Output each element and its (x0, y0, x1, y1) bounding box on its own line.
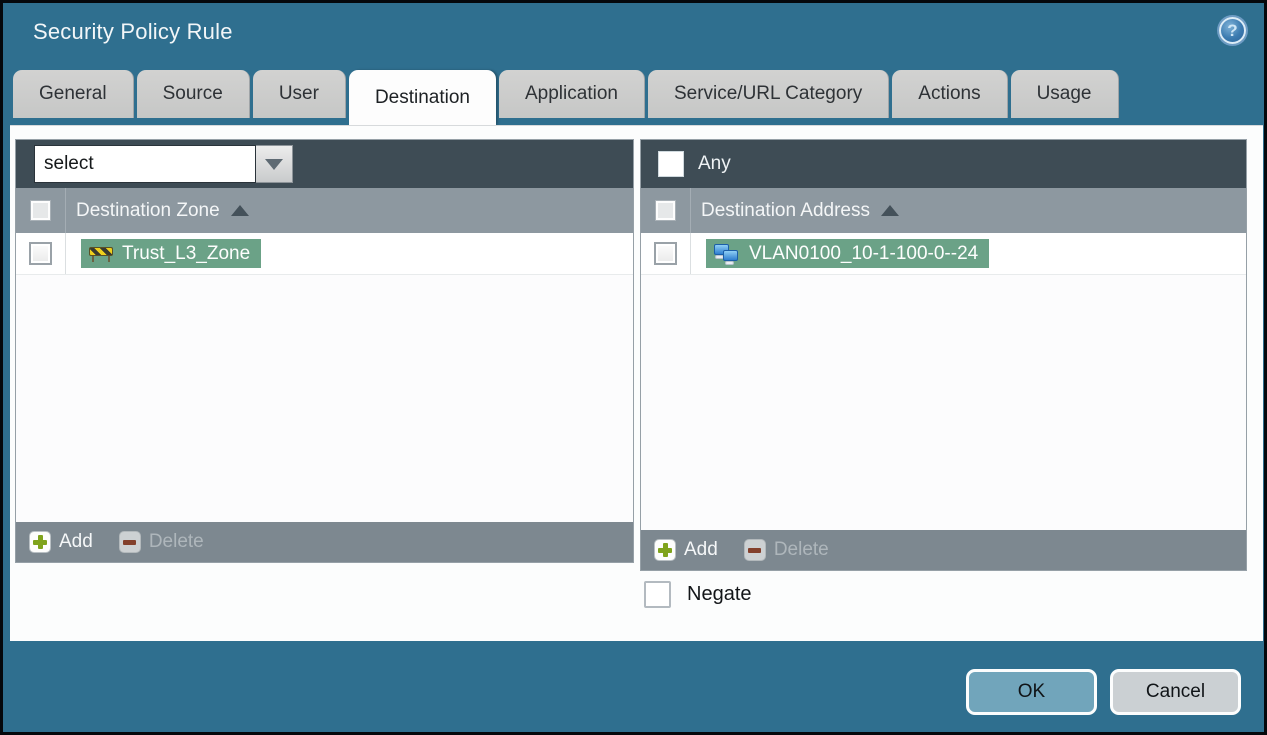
zone-column-header[interactable]: Destination Zone (76, 200, 220, 222)
address-select-all-cell (641, 188, 691, 233)
negate-checkbox[interactable] (644, 581, 671, 608)
address-row-checkbox[interactable] (654, 242, 677, 265)
destination-zone-panel: Destination Zone Trust_L3_Zone (15, 139, 634, 563)
any-checkbox[interactable] (658, 151, 684, 177)
zone-item[interactable]: Trust_L3_Zone (81, 239, 262, 268)
minus-icon (118, 531, 141, 553)
chevron-down-icon (265, 158, 283, 170)
zone-barricade-icon (89, 246, 113, 262)
tab-source[interactable]: Source (136, 70, 250, 118)
address-item-label: VLAN0100_10-1-100-0--24 (749, 242, 979, 264)
address-panel-footer: Add Delete (641, 530, 1246, 570)
zone-row-checkbox[interactable] (29, 242, 52, 265)
destination-tab-content: Destination Zone Trust_L3_Zone (10, 125, 1263, 641)
zone-table-header: Destination Zone (16, 188, 633, 233)
tab-application[interactable]: Application (499, 70, 645, 118)
tab-usage[interactable]: Usage (1010, 70, 1119, 118)
address-item[interactable]: VLAN0100_10-1-100-0--24 (706, 239, 990, 268)
zone-select-input[interactable] (34, 145, 256, 183)
tab-destination[interactable]: Destination (348, 70, 496, 125)
tab-general[interactable]: General (13, 70, 134, 118)
negate-label: Negate (687, 583, 752, 605)
tab-bar: General Source User Destination Applicat… (13, 70, 1119, 125)
address-select-all-checkbox[interactable] (655, 200, 676, 221)
minus-icon (743, 539, 766, 561)
address-table-body: VLAN0100_10-1-100-0--24 (641, 233, 1246, 530)
cancel-button[interactable]: Cancel (1110, 669, 1241, 715)
negate-row: Negate (644, 581, 752, 608)
address-add-button[interactable]: Add (654, 539, 718, 561)
address-panel-toolbar: Any (641, 140, 1246, 188)
address-table-header: Destination Address (641, 188, 1246, 233)
zone-item-label: Trust_L3_Zone (122, 242, 251, 264)
destination-address-panel: Any Destination Address VLAN0100_10-1-10… (640, 139, 1247, 571)
address-table-row[interactable]: VLAN0100_10-1-100-0--24 (641, 233, 1246, 275)
address-column-header[interactable]: Destination Address (701, 200, 870, 222)
sort-ascending-icon[interactable] (230, 205, 249, 216)
zone-panel-footer: Add Delete (16, 522, 633, 562)
title-bar: Security Policy Rule ? (3, 3, 1264, 69)
any-label: Any (698, 153, 731, 174)
tab-user[interactable]: User (252, 70, 346, 118)
zone-select-dropdown-button[interactable] (256, 145, 293, 183)
dialog-title: Security Policy Rule (33, 19, 233, 44)
zone-add-button[interactable]: Add (29, 531, 93, 553)
plus-icon (29, 531, 51, 553)
tab-service-url-category[interactable]: Service/URL Category (647, 70, 890, 118)
address-delete-button[interactable]: Delete (743, 539, 829, 561)
zone-table-row[interactable]: Trust_L3_Zone (16, 233, 633, 275)
zone-delete-button[interactable]: Delete (118, 531, 204, 553)
zone-select-combobox (34, 145, 293, 183)
ok-button[interactable]: OK (966, 669, 1097, 715)
zone-select-all-cell (16, 188, 66, 233)
security-policy-rule-dialog: Security Policy Rule ? General Source Us… (0, 0, 1267, 735)
zone-panel-toolbar (16, 140, 633, 188)
tab-actions[interactable]: Actions (892, 70, 1008, 118)
zone-row-checkbox-cell (16, 233, 66, 274)
zone-table-body: Trust_L3_Zone (16, 233, 633, 522)
plus-icon (654, 539, 676, 561)
address-row-checkbox-cell (641, 233, 691, 274)
network-address-icon (714, 243, 740, 265)
help-question-icon[interactable]: ? (1219, 17, 1246, 44)
sort-ascending-icon[interactable] (881, 205, 899, 216)
zone-select-all-checkbox[interactable] (30, 200, 51, 221)
